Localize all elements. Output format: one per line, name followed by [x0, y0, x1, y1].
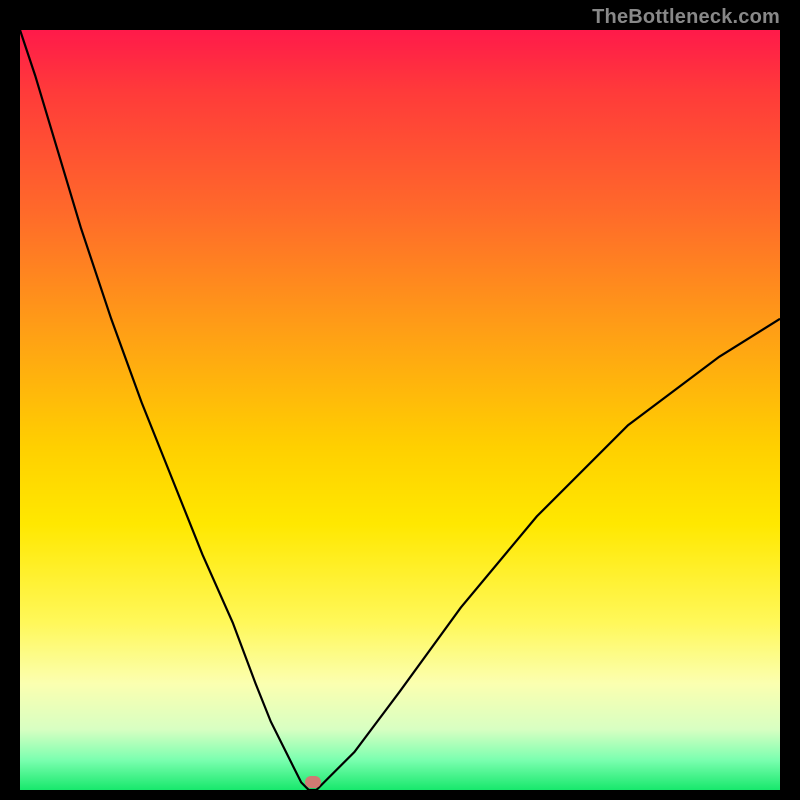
attribution-text: TheBottleneck.com [592, 6, 780, 29]
optimal-point-marker [305, 776, 321, 788]
chart-plot-area [20, 30, 780, 790]
bottleneck-curve [20, 30, 780, 790]
